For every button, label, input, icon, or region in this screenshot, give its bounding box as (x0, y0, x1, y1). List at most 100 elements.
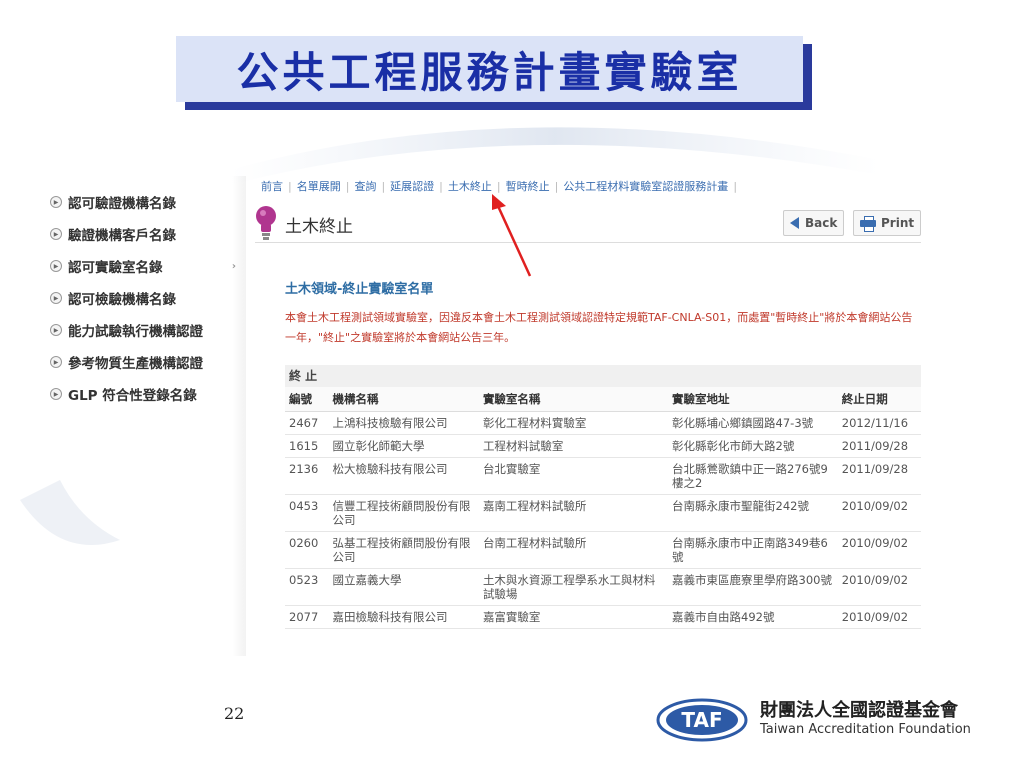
sidebar-item-label: 認可實驗室名錄 (68, 260, 163, 276)
cell-address: 台南縣永康市聖龍街242號 (668, 494, 838, 532)
cell-org: 信豐工程技術顧問股份有限公司 (328, 494, 479, 532)
cell-date: 2011/09/28 (837, 434, 921, 458)
nav-separator: | (345, 180, 350, 193)
logo-name-english: Taiwan Accreditation Foundation (760, 722, 971, 737)
page-number: 22 (224, 704, 245, 723)
sidebar-item-inspection-bodies[interactable]: ▶ 認可檢驗機構名錄 (42, 282, 242, 314)
sidebar-item-proficiency-testing[interactable]: ▶ 能力試驗執行機構認證 (42, 314, 242, 346)
sidebar-item-glp[interactable]: ▶ GLP 符合性登錄名錄 (42, 378, 242, 410)
main-panel: 前言 | 名單展開 | 查詢 | 延展認證 | 土木終止 | 暫時終止 | 公共工程材料實驗室認證服務計… (241, 172, 933, 652)
cell-date: 2010/09/02 (837, 531, 921, 569)
nav-link-expand-list[interactable]: 名單展開 (297, 180, 341, 193)
table-caption: 終 止 (285, 365, 921, 387)
table-row: 2136 松大檢驗科技有限公司 台北實驗室 台北縣鶯歌鎮中正一路276號9樓之2… (285, 457, 921, 495)
cell-id: 0453 (285, 494, 329, 532)
cell-org: 弘基工程技術顧問股份有限公司 (328, 531, 479, 569)
cell-id: 2136 (285, 457, 329, 495)
cell-lab: 彰化工程材料實驗室 (478, 411, 669, 435)
chevron-right-icon: ▶ (50, 196, 62, 208)
table-header-row: 編號 機構名稱 實驗室名稱 實驗室地址 終止日期 (285, 387, 921, 412)
table-row: 2467 上鴻科技檢驗有限公司 彰化工程材料實驗室 彰化縣埔心鄉鎮國路47-3號… (285, 411, 921, 435)
column-header-id: 編號 (285, 387, 329, 412)
sidebar-item-label: 驗證機構客戶名錄 (68, 228, 176, 244)
nav-separator: | (381, 180, 386, 193)
table-row: 0453 信豐工程技術顧問股份有限公司 嘉南工程材料試驗所 台南縣永康市聖龍街2… (285, 494, 921, 532)
cell-org: 國立嘉義大學 (328, 568, 479, 606)
slide-title: 公共工程服務計畫實驗室 (236, 47, 743, 97)
nav-link-public-works-program[interactable]: 公共工程材料實驗室認證服務計畫 (563, 180, 728, 193)
top-nav: 前言 | 名單展開 | 查詢 | 延展認證 | 土木終止 | 暫時終止 | 公共工程材料實驗室認證服務計… (261, 178, 742, 194)
list-subtitle: 土木領域-終止實驗室名單 (285, 282, 434, 297)
cell-id: 0260 (285, 531, 329, 569)
cell-lab: 嘉南工程材料試驗所 (478, 494, 669, 532)
header-divider (255, 242, 921, 243)
nav-link-extension[interactable]: 延展認證 (390, 180, 434, 193)
table-row: 0523 國立嘉義大學 土木與水資源工程學系水工與材料試驗場 嘉義市東區鹿寮里學… (285, 568, 921, 606)
nav-separator: | (733, 180, 738, 193)
cell-address: 台南縣永康市中正南路349巷6號 (668, 531, 838, 569)
sidebar-item-label: 認可檢驗機構名錄 (68, 292, 176, 308)
cell-address: 嘉義市自由路492號 (668, 605, 838, 629)
cell-lab: 台南工程材料試驗所 (478, 531, 669, 569)
column-header-org: 機構名稱 (328, 387, 479, 412)
cell-date: 2010/09/02 (837, 568, 921, 606)
chevron-right-icon: ▶ (50, 292, 62, 304)
sidebar-item-cert-clients[interactable]: ▶ 驗證機構客戶名錄 (42, 218, 242, 250)
sidebar-item-accredited-cert-bodies[interactable]: ▶ 認可驗證機構名錄 (42, 186, 242, 218)
nav-link-suspension[interactable]: 暫時終止 (506, 180, 550, 193)
column-header-lab: 實驗室名稱 (478, 387, 669, 412)
print-button-label: Print (881, 216, 915, 230)
termination-notice: 本會土木工程測試領域實驗室，因違反本會土木工程測試領域認證特定規範TAF-CNL… (285, 311, 913, 344)
sidebar-item-label: GLP 符合性登錄名錄 (68, 388, 197, 404)
sidebar-item-label: 參考物質生產機構認證 (68, 356, 203, 372)
lightbulb-icon (256, 206, 276, 240)
column-header-date: 終止日期 (837, 387, 921, 412)
nav-link-search[interactable]: 查詢 (354, 180, 376, 193)
cell-org: 國立彰化師範大學 (328, 434, 479, 458)
sidebar-nav: ▶ 認可驗證機構名錄 ▶ 驗證機構客戶名錄 ▶ 認可實驗室名錄 › ▶ 認可檢驗… (42, 186, 242, 410)
back-button[interactable]: Back (783, 210, 845, 236)
sidebar-item-accredited-labs[interactable]: ▶ 認可實驗室名錄 › (42, 250, 242, 282)
chevron-right-icon: ▶ (50, 388, 62, 400)
cell-address: 嘉義市東區鹿寮里學府路300號 (668, 568, 838, 606)
logo-mark: TAF (681, 708, 722, 732)
chevron-right-icon: ▶ (50, 260, 62, 272)
table-row: 2077 嘉田檢驗科技有限公司 嘉富實驗室 嘉義市自由路492號 2010/09… (285, 605, 921, 629)
chevron-right-icon: ▶ (50, 228, 62, 240)
cell-address: 彰化縣彰化市師大路2號 (668, 434, 838, 458)
logo-name-chinese: 財團法人全國認證基金會 (760, 700, 958, 721)
cell-lab: 工程材料試驗室 (478, 434, 669, 458)
cell-date: 2010/09/02 (837, 494, 921, 532)
cell-date: 2012/11/16 (837, 411, 921, 435)
nav-link-civil-termination[interactable]: 土木終止 (448, 180, 492, 193)
taf-logo: TAF (656, 698, 748, 742)
cell-org: 上鴻科技檢驗有限公司 (328, 411, 479, 435)
sidebar-item-label: 認可驗證機構名錄 (68, 196, 176, 212)
slide-title-box: 公共工程服務計畫實驗室 (176, 36, 803, 102)
back-button-label: Back (805, 216, 838, 230)
nav-separator: | (288, 180, 292, 193)
cell-id: 2077 (285, 605, 329, 629)
cell-address: 彰化縣埔心鄉鎮國路47-3號 (668, 411, 838, 435)
cell-org: 嘉田檢驗科技有限公司 (328, 605, 479, 629)
table-row: 1615 國立彰化師範大學 工程材料試驗室 彰化縣彰化市師大路2號 2011/0… (285, 434, 921, 458)
sidebar-item-reference-material[interactable]: ▶ 參考物質生產機構認證 (42, 346, 242, 378)
nav-link-intro[interactable]: 前言 (261, 180, 283, 193)
cell-lab: 台北實驗室 (478, 457, 669, 495)
table-row: 0260 弘基工程技術顧問股份有限公司 台南工程材料試驗所 台南縣永康市中正南路… (285, 531, 921, 569)
nav-separator: | (496, 180, 501, 193)
section-title: 土木終止 (285, 217, 353, 237)
cell-org: 松大檢驗科技有限公司 (328, 457, 479, 495)
nav-separator: | (439, 180, 443, 193)
chevron-right-icon: ▶ (50, 324, 62, 336)
chevron-right-icon: ▶ (50, 356, 62, 368)
cell-lab: 嘉富實驗室 (478, 605, 669, 629)
cell-date: 2011/09/28 (837, 457, 921, 495)
cell-lab: 土木與水資源工程學系水工與材料試驗場 (478, 568, 669, 606)
sidebar-item-label: 能力試驗執行機構認證 (68, 324, 203, 340)
nav-separator: | (554, 180, 559, 193)
cell-date: 2010/09/02 (837, 605, 921, 629)
cell-id: 0523 (285, 568, 329, 606)
print-button[interactable]: Print (853, 210, 922, 236)
cell-id: 1615 (285, 434, 329, 458)
